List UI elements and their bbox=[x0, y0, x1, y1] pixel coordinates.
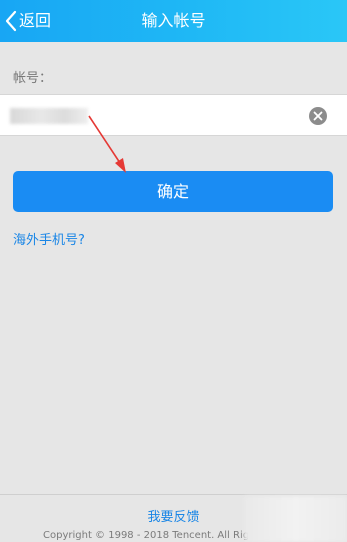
annotation-arrow-icon bbox=[88, 115, 126, 173]
footer-divider bbox=[0, 494, 347, 495]
clear-icon[interactable] bbox=[309, 107, 327, 125]
account-input[interactable] bbox=[0, 94, 347, 136]
confirm-button[interactable]: 确定 bbox=[13, 171, 333, 212]
page-title: 输入帐号 bbox=[141, 11, 206, 30]
copyright-text: Copyright © 1998 - 2018 Tencent. All Rig bbox=[43, 530, 250, 541]
redaction-mask bbox=[244, 496, 347, 542]
overseas-phone-link[interactable]: 海外手机号? bbox=[13, 229, 85, 248]
account-input-value bbox=[10, 108, 88, 124]
header-bar: 返回 输入帐号 bbox=[0, 0, 347, 42]
account-label: 帐号： bbox=[13, 71, 53, 86]
